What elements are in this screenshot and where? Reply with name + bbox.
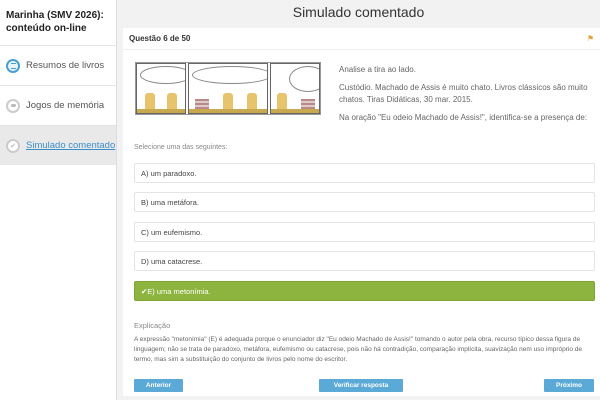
question-header: Questão 6 de 50 ⚑ (123, 28, 600, 50)
flag-icon[interactable]: ⚑ (587, 34, 594, 43)
question-card: Questão 6 de 50 ⚑ Analise a tira ao lado… (123, 28, 600, 396)
next-button[interactable]: Próximo (544, 379, 594, 392)
speech-bubble (140, 66, 186, 84)
answer-option-e[interactable]: ✔E) uma metonímia. (134, 281, 595, 301)
character-figure (247, 93, 258, 109)
sidebar-item-jogos[interactable]: Jogos de memória (0, 85, 116, 125)
comic-panel (136, 63, 187, 114)
question-paragraph: Na oração "Eu odeio Machado de Assis!", … (339, 113, 588, 122)
app: Marinha (SMV 2026): conteúdo on-line Res… (0, 0, 600, 400)
page-title: Simulado comentado (117, 0, 600, 24)
answer-prompt: Selecione uma das seguintes: (134, 144, 228, 151)
comic-panel (188, 63, 268, 114)
sidebar: Marinha (SMV 2026): conteúdo on-line Res… (0, 0, 117, 400)
character-figure (145, 93, 155, 109)
sidebar-item-label[interactable]: Simulado comentado (26, 140, 115, 151)
question-text: Analise a tira ao lado. Custódio. Machad… (339, 64, 595, 130)
gamepad-icon (6, 98, 20, 113)
main-content: Simulado comentado Questão 6 de 50 ⚑ Ana… (117, 0, 600, 400)
book-stack (300, 99, 315, 109)
answer-option-a[interactable]: A) um paradoxo. (134, 163, 595, 183)
previous-button[interactable]: Anterior (134, 379, 183, 392)
question-paragraph: Analise a tira ao lado. (339, 65, 416, 74)
speech-bubble (288, 66, 319, 92)
answer-option-c[interactable]: C) um eufemismo. (134, 222, 595, 242)
question-paragraph: Custódio. Machado de Assis é muito chato… (339, 83, 588, 104)
comic-floor (189, 109, 267, 113)
answer-option-d[interactable]: D) uma catacrese. (134, 251, 595, 271)
character-figure (276, 93, 287, 109)
book-stack (195, 99, 210, 109)
verify-answer-button[interactable]: Verificar resposta (319, 379, 403, 392)
explanation-text: A expressão "metonímia" (E) é adequada p… (134, 336, 583, 363)
comic-panel (269, 63, 320, 114)
speech-bubble (192, 66, 267, 84)
question-number: Questão 6 de 50 (129, 34, 191, 43)
comic-floor (270, 109, 319, 113)
character-figure (167, 93, 177, 109)
sidebar-item-resumos[interactable]: Resumos de livros (0, 45, 116, 85)
sidebar-item-label: Resumos de livros (26, 60, 105, 71)
check-circle-icon (6, 138, 20, 153)
course-title: Marinha (SMV 2026): conteúdo on-line (6, 10, 104, 34)
comic-floor (137, 109, 186, 113)
sidebar-item-simulado[interactable]: Simulado comentado (0, 125, 116, 165)
character-figure (223, 93, 234, 109)
sidebar-item-label: Jogos de memória (26, 100, 105, 111)
answer-option-b[interactable]: B) uma metáfora. (134, 192, 595, 212)
book-icon (6, 58, 20, 73)
comic-strip-image (135, 62, 321, 115)
explanation-title: Explicação (134, 321, 171, 330)
